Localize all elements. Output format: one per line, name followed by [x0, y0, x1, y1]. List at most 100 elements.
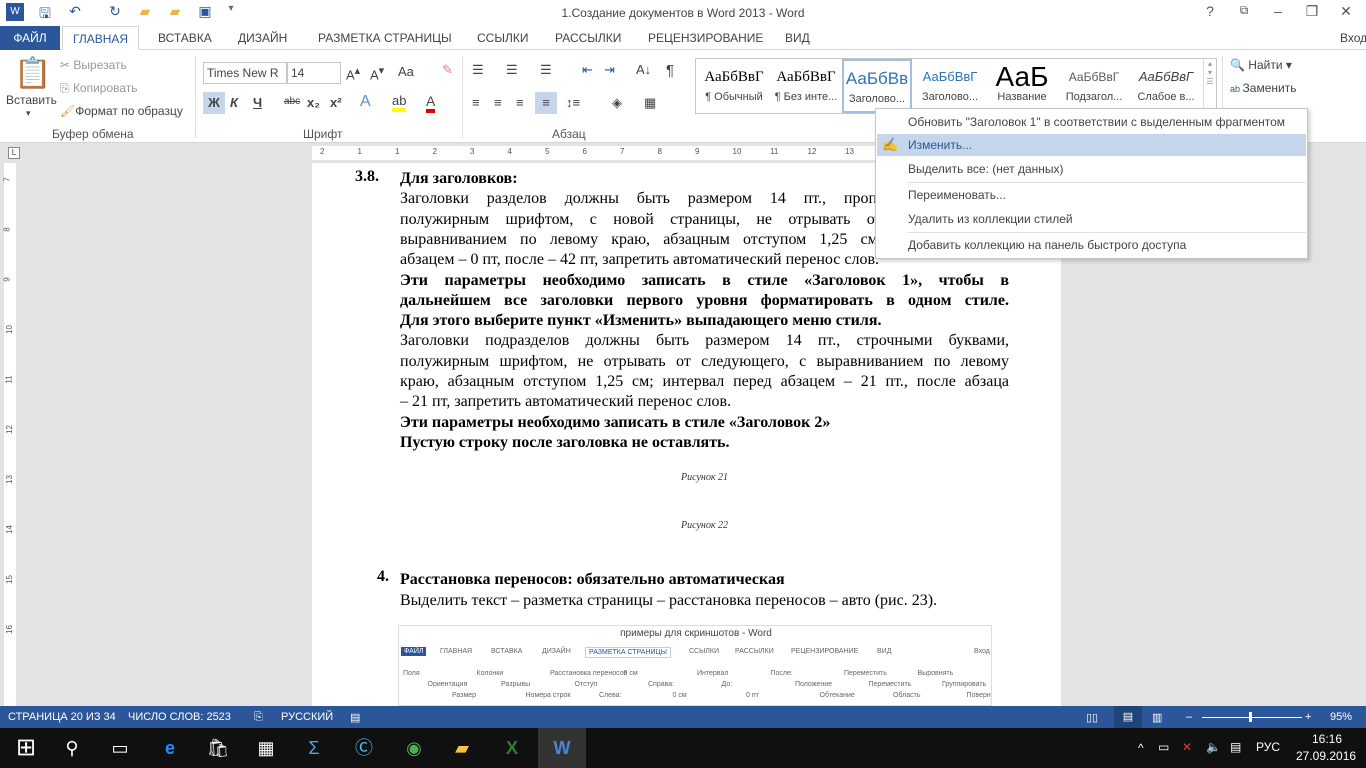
language[interactable]: РУССКИЙ	[281, 711, 333, 723]
font-color-icon[interactable]: A	[426, 93, 436, 113]
sort-icon[interactable]: A↓	[636, 62, 651, 77]
shrink-font-icon[interactable]: A▾	[370, 64, 384, 82]
decrease-indent-icon[interactable]: ⇤	[582, 62, 593, 78]
font-name-combo[interactable]: Times New R	[203, 62, 287, 84]
menu-item-update-style[interactable]: Обновить "Заголовок 1" в соответствии с …	[877, 111, 1306, 133]
tab-file[interactable]: ФАЙЛ	[0, 26, 60, 50]
highlight-icon[interactable]: ab	[392, 93, 407, 112]
tab-mailings[interactable]: РАССЫЛКИ	[545, 26, 631, 50]
find-button[interactable]: 🔍 Найти ▾	[1230, 58, 1292, 72]
menu-item-select-all[interactable]: Выделить все: (нет данных)	[877, 158, 1306, 180]
menu-item-add-to-quick-access[interactable]: Добавить коллекцию на панель быстрого до…	[877, 234, 1306, 256]
replace-button[interactable]: ab Заменить	[1230, 81, 1296, 95]
subscript-button[interactable]: x₂	[307, 95, 320, 110]
file-explorer-icon[interactable]: ▰	[438, 728, 486, 768]
tab-selector[interactable]: L	[8, 147, 20, 159]
borders-icon[interactable]: ▦	[644, 95, 656, 111]
align-right-icon[interactable]: ≡	[516, 95, 524, 110]
tab-home[interactable]: ГЛАВНАЯ	[62, 26, 140, 50]
tab-design[interactable]: ДИЗАЙН	[228, 26, 297, 50]
align-left-icon[interactable]: ≡	[472, 95, 480, 110]
multilevel-list-icon[interactable]: ☰	[540, 62, 552, 78]
macro-icon[interactable]: ▤	[350, 711, 360, 724]
windows-start-icon[interactable]: ⊞	[2, 728, 50, 768]
store-icon[interactable]: 🛍	[194, 728, 242, 768]
zoom-slider-thumb[interactable]	[1248, 712, 1252, 722]
read-mode-icon[interactable]: ▯▯	[1086, 711, 1098, 724]
bold-button[interactable]: Ж	[203, 92, 225, 114]
cut-button[interactable]: ✂ Вырезать	[60, 58, 127, 72]
excel-icon[interactable]: X	[488, 728, 536, 768]
zoom-out-button[interactable]: –	[1186, 711, 1192, 723]
italic-button[interactable]: К	[230, 95, 238, 110]
input-language[interactable]: РУС	[1256, 740, 1280, 754]
volume-icon[interactable]: 🔈	[1206, 740, 1221, 754]
notifications-icon[interactable]: ▤	[1230, 740, 1241, 754]
paste-icon[interactable]: 📋	[14, 56, 51, 92]
help-button[interactable]: ?	[1200, 3, 1220, 19]
sign-in-link[interactable]: Вход	[1330, 26, 1366, 50]
style-title[interactable]: АаБ Название	[986, 59, 1058, 113]
increase-indent-icon[interactable]: ⇥	[604, 62, 615, 78]
style-no-spacing[interactable]: АаБбВвГ ¶ Без инте...	[770, 59, 842, 113]
app-c-icon[interactable]: Ⓒ	[340, 728, 388, 768]
zoom-level[interactable]: 95%	[1330, 711, 1352, 723]
paste-dropdown-icon[interactable]: ▾	[26, 108, 31, 119]
format-painter-button[interactable]: 🖌Формат по образцу	[60, 104, 183, 118]
paste-button[interactable]: Вставить	[6, 93, 57, 107]
restore-button[interactable]: ❐	[1302, 3, 1322, 20]
style-subtitle[interactable]: АаБбВвГ Подзагол...	[1058, 59, 1130, 113]
align-center-icon[interactable]: ≡	[494, 95, 502, 110]
clock-date[interactable]: 27.09.2016	[1296, 749, 1356, 763]
tab-review[interactable]: РЕЦЕНЗИРОВАНИЕ	[638, 26, 773, 50]
battery-icon[interactable]: ▭	[1158, 740, 1169, 754]
gallery-scroll[interactable]: ▴ ▾ ☰	[1203, 59, 1216, 113]
zoom-slider[interactable]	[1202, 717, 1302, 718]
line-spacing-icon[interactable]: ↕≡	[566, 95, 580, 110]
bullets-icon[interactable]: ☰	[472, 62, 484, 78]
justify-icon[interactable]: ≡	[535, 92, 557, 114]
menu-item-remove-from-gallery[interactable]: Удалить из коллекции стилей	[877, 208, 1306, 230]
tab-view[interactable]: ВИД	[775, 26, 820, 50]
task-view-icon[interactable]: ▭	[96, 728, 144, 768]
search-icon[interactable]: ⚲	[48, 728, 96, 768]
ribbon-display-button[interactable]: ⧉	[1234, 3, 1254, 18]
shading-icon[interactable]: ◈	[612, 95, 622, 111]
menu-item-modify[interactable]: Изменить...	[877, 134, 1306, 156]
app-sigma-icon[interactable]: Σ	[290, 728, 338, 768]
proofing-icon[interactable]: ⎘	[254, 711, 263, 724]
numbering-icon[interactable]: ☰	[506, 62, 518, 78]
tab-layout[interactable]: РАЗМЕТКА СТРАНИЦЫ	[308, 26, 462, 50]
strikethrough-button[interactable]: abc	[284, 96, 300, 107]
style-heading-2[interactable]: АаБбВвГ Заголово...	[914, 59, 986, 113]
calculator-icon[interactable]: ▦	[242, 728, 290, 768]
tab-insert[interactable]: ВСТАВКА	[148, 26, 222, 50]
web-layout-icon[interactable]: ▥	[1152, 711, 1162, 724]
show-marks-button[interactable]: ¶	[666, 62, 674, 79]
minimize-button[interactable]: –	[1268, 3, 1288, 19]
font-size-combo[interactable]: 14	[287, 62, 341, 84]
copy-button[interactable]: ⎘ Копировать	[60, 81, 138, 96]
zoom-in-button[interactable]: +	[1305, 711, 1311, 723]
edge-icon[interactable]: e	[146, 728, 194, 768]
change-case-button[interactable]: Aa	[398, 64, 414, 79]
clear-formatting-icon[interactable]: ✎	[442, 62, 453, 78]
superscript-button[interactable]: x²	[330, 95, 342, 110]
chrome-icon[interactable]: ◉	[390, 728, 438, 768]
word-taskbar-icon[interactable]: W	[538, 728, 586, 768]
clock-time[interactable]: 16:16	[1312, 732, 1342, 746]
close-button[interactable]: ✕	[1336, 3, 1356, 20]
show-hidden-icons[interactable]: ^	[1138, 741, 1144, 755]
text-effects-icon[interactable]: A	[360, 93, 371, 111]
print-layout-icon[interactable]: ▤	[1114, 706, 1142, 728]
word-count[interactable]: ЧИСЛО СЛОВ: 2523	[128, 711, 231, 723]
vertical-ruler[interactable]: 7 8 9 10 11 12 13 14 15 16	[0, 163, 20, 706]
grow-font-icon[interactable]: A▴	[346, 64, 360, 82]
style-heading-1[interactable]: АаБбВв Заголово...	[842, 59, 912, 113]
underline-button[interactable]: Ч	[253, 95, 262, 110]
network-icon[interactable]: ✕	[1182, 740, 1192, 754]
page-count[interactable]: СТРАНИЦА 20 ИЗ 34	[8, 711, 116, 723]
style-normal[interactable]: АаБбВвГ ¶ Обычный	[698, 59, 770, 113]
menu-item-rename[interactable]: Переименовать...	[877, 184, 1306, 206]
tab-references[interactable]: ССЫЛКИ	[467, 26, 538, 50]
